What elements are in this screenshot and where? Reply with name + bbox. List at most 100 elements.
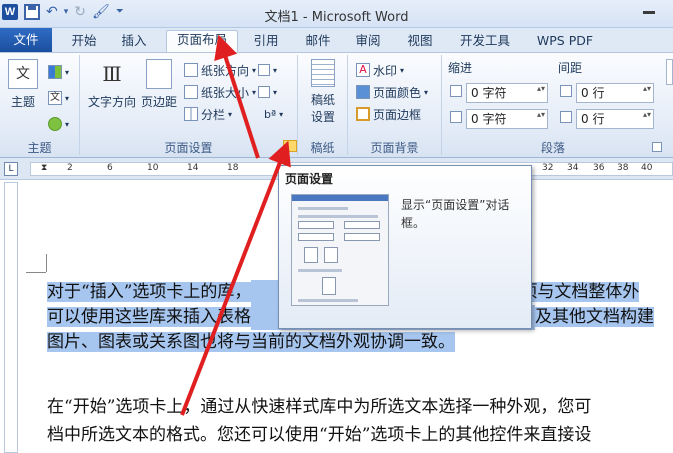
ruler-number: 18 [227,163,239,173]
page-setup-dialog-preview [291,194,389,306]
page-color-label: 页面颜色 [373,85,422,100]
page-borders-icon [356,107,370,121]
page-setup-tooltip: 页面设置 显示“页面设置”对话框。 [278,165,532,329]
tab-page-layout[interactable]: 页面布局 [166,30,238,53]
text-direction-label: 文字方向 [87,95,136,109]
arrange-group-edge [666,59,673,85]
tab-file[interactable]: 文件 [0,28,52,52]
line-numbers-button[interactable]: ▾ [258,83,277,101]
selected-text: 图片、图表或关系图也将与当前的文档外观协调一致。 [47,332,455,352]
tab-view[interactable]: 视图 [400,32,440,52]
tab-review[interactable]: 审阅 [348,32,388,52]
manuscript-settings-button[interactable]: 稿纸 设置 [304,59,342,125]
page-background-group: A 水印 ▾ 页面颜色 ▾ 页面边框 页面背景 [348,55,442,155]
ruler-number: 36 [593,163,605,173]
window-title: 文档1 - Microsoft Word [264,10,409,25]
paragraph-group-label: 段落 [540,141,565,155]
theme-colors-icon [48,65,62,79]
paragraph-2-line-2[interactable]: 档中所选文本的格式。您还可以使用“开始”选项卡上的其他控件来直接设 [47,423,591,448]
page-setup-dialog-launcher-icon[interactable] [283,140,297,152]
theme-colors-button[interactable]: ▾ [48,63,69,81]
indent-left-input[interactable]: 0 字符 [466,83,548,103]
margins-label: 页边距 [140,95,177,109]
manuscript-group-label: 稿纸 [310,141,335,155]
selected-text: 及其他文档构建 [535,307,654,327]
spacing-before-input[interactable]: 0 行 [576,83,654,103]
themes-icon: 文 [8,59,38,89]
breaks-button[interactable]: ▾ [258,61,277,79]
page-setup-group-label: 页面设置 [164,141,213,155]
size-icon [184,85,198,99]
theme-effects-button[interactable]: ▾ [48,115,69,133]
tab-selector-button[interactable]: L [4,162,18,176]
minimize-button[interactable] [639,2,659,18]
margin-corner-mark [26,272,46,273]
indent-label: 缩进 [448,61,473,75]
ribbon: 文 主题 ▾ 文▾ ▾ 主题 Ⅲ 文字方向 页边距 纸张方向▾ 纸张大小▾ [0,52,673,158]
manuscript-group: 稿纸 设置 稿纸 [298,55,348,155]
size-button[interactable]: 纸张大小 ▾ [184,83,256,101]
title-bar: W ↶ ▾ ↻ 🖌 ⏷ 文档1 - Microsoft Word [0,0,673,28]
paragraph-dialog-launcher-icon[interactable] [652,142,662,152]
theme-fonts-button[interactable]: 文 ▾ [48,89,69,107]
page-color-button[interactable]: 页面颜色 ▾ [356,83,428,101]
watermark-icon: A [356,63,370,77]
page-borders-button[interactable]: 页面边框 [356,105,421,123]
manuscript-label-line1: 稿纸 [310,93,335,107]
indent-right-input[interactable]: 0 字符 [466,109,548,129]
manuscript-icon [311,59,335,87]
ruler-number: 34 [567,163,579,173]
ruler-number: 10 [147,163,159,173]
line-numbers-icon [258,86,270,98]
tab-references[interactable]: 引用 [246,32,286,52]
page-color-icon [356,85,370,99]
tooltip-title: 页面设置 [285,172,334,186]
indent-right-icon [450,111,462,123]
tab-wps-pdf[interactable]: WPS PDF [528,32,602,52]
themes-button[interactable]: 文 主题 [6,59,40,110]
margins-button[interactable]: 页边距 [138,59,180,110]
paragraph-2-line-1[interactable]: 在“开始”选项卡上，通过从快速样式库中为所选文本选择一种外观，您可 [47,395,591,420]
indent-marker-icon[interactable]: ⧗ [41,163,47,173]
selected-text: 可以使用这些库来插入表格 [47,307,251,327]
spacing-before-icon [560,85,572,97]
tab-developer[interactable]: 开发工具 [454,32,516,52]
text-direction-button[interactable]: Ⅲ 文字方向 [86,59,138,110]
paragraph-1-line-3[interactable]: 图片、图表或关系图也将与当前的文档外观协调一致。 [47,330,455,355]
tab-home[interactable]: 开始 [64,32,104,52]
ruler-number: 32 [542,163,554,173]
spacing-label: 间距 [558,61,583,75]
spacing-after-input[interactable]: 0 行 [576,109,654,129]
orientation-button[interactable]: 纸张方向 ▾ [184,61,256,79]
page-setup-group: Ⅲ 文字方向 页边距 纸张方向 ▾ 纸张大小 ▾ 分栏 ▾ ▾ ▾ bª ▾ 页面设置 [80,55,298,155]
indent-left-icon [450,85,462,97]
ruler-number: 40 [641,163,653,173]
manuscript-label-line2: 设置 [310,110,335,124]
hyphenation-icon: bª [264,107,277,121]
paragraph-group: 缩进 间距 0 字符 0 字符 0 行 0 行 段落 [442,55,664,155]
theme-effects-icon [48,117,62,131]
spacing-after-icon [560,111,572,123]
theme-group-label: 主题 [27,141,52,155]
orientation-label: 纸张方向 [201,63,250,78]
selected-text: 对于“插入”选项卡上的库， [47,282,252,302]
vertical-ruler[interactable] [4,182,18,453]
ruler-number: 38 [617,163,629,173]
tab-insert[interactable]: 插入 [114,32,154,52]
ruler-number: 6 [107,163,113,173]
tab-mailings[interactable]: 邮件 [298,32,338,52]
text-direction-icon: Ⅲ [102,62,122,86]
columns-icon [184,107,198,121]
page-background-group-label: 页面背景 [370,141,419,155]
themes-label: 主题 [10,95,35,109]
ruler-number: 14 [187,163,199,173]
watermark-button[interactable]: A 水印 ▾ [356,61,404,79]
size-label: 纸张大小 [201,85,250,100]
theme-group: 文 主题 ▾ 文 ▾ ▾ 主题 [0,55,80,155]
columns-button[interactable]: 分栏 ▾ [184,105,232,123]
margins-icon [146,59,172,89]
hyphenation-button[interactable]: bª ▾ [264,105,283,123]
ruler-number: 2 [67,163,73,173]
tooltip-description: 显示“页面设置”对话框。 [401,198,510,230]
theme-fonts-icon: 文 [48,91,62,105]
